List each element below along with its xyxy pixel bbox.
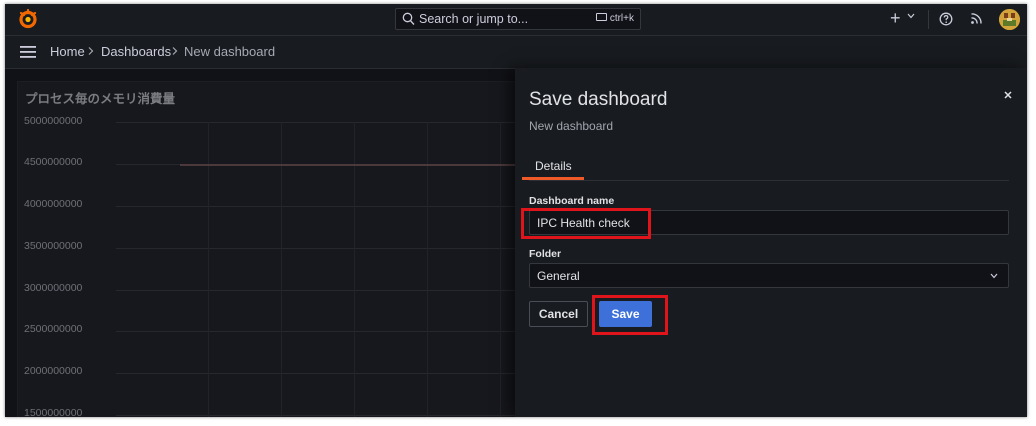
- cancel-button[interactable]: Cancel: [529, 301, 588, 327]
- app-window: Search or jump to... ctrl+k + Home Dashb…: [5, 4, 1027, 417]
- search-shortcut: ctrl+k: [595, 13, 634, 24]
- drawer-title: Save dashboard: [529, 89, 668, 110]
- y-tick: 4000000000: [24, 198, 83, 210]
- grid-line: [427, 122, 428, 417]
- search-shortcut-label: ctrl+k: [609, 13, 634, 24]
- grid-line: [281, 122, 282, 417]
- rss-icon[interactable]: [970, 12, 983, 25]
- breadcrumb-current: New dashboard: [184, 44, 276, 59]
- tab-details-label: Details: [535, 159, 572, 173]
- grid-line: [116, 373, 546, 374]
- search-placeholder: Search or jump to...: [419, 12, 529, 26]
- highlight-box: [592, 295, 668, 335]
- graph-panel: プロセス毎のメモリ消費量 5000000000 4500000000 40000…: [17, 81, 546, 417]
- top-bar: Search or jump to... ctrl+k +: [5, 4, 1027, 36]
- folder-value: General: [537, 269, 580, 283]
- breadcrumb-chevron-icon: [88, 47, 94, 55]
- help-icon[interactable]: [939, 12, 953, 26]
- tab-divider: [529, 180, 1009, 181]
- breadcrumb-bar: Home Dashboards New dashboard: [5, 36, 1027, 69]
- avatar-image: [999, 9, 1020, 30]
- y-tick: 2000000000: [24, 365, 83, 377]
- drawer-subtitle: New dashboard: [529, 119, 614, 133]
- menu-icon[interactable]: [20, 46, 36, 58]
- save-dashboard-drawer: Save dashboard New dashboard Details Das…: [515, 68, 1027, 417]
- panel-title: プロセス毎のメモリ消費量: [25, 92, 176, 106]
- y-tick: 3000000000: [24, 282, 83, 294]
- search-input[interactable]: Search or jump to... ctrl+k: [395, 8, 641, 30]
- close-icon[interactable]: [1003, 90, 1013, 100]
- grid-line: [116, 415, 546, 416]
- grid-line: [116, 290, 546, 291]
- grid-line: [354, 122, 355, 417]
- highlight-box: [521, 208, 651, 239]
- grafana-logo-icon[interactable]: [18, 9, 38, 29]
- grid-line: [116, 206, 546, 207]
- series-line: [180, 164, 540, 166]
- breadcrumb-home[interactable]: Home: [50, 44, 85, 59]
- grid-line: [500, 122, 501, 417]
- chevron-down-icon[interactable]: [907, 13, 915, 19]
- breadcrumb-dashboards[interactable]: Dashboards: [101, 44, 171, 59]
- grid-line: [116, 122, 546, 123]
- chevron-down-icon: [990, 273, 998, 279]
- y-tick: 5000000000: [24, 115, 83, 127]
- add-button[interactable]: +: [890, 8, 901, 29]
- search-icon: [402, 12, 415, 25]
- grid-line: [116, 331, 546, 332]
- y-tick: 1500000000: [24, 407, 83, 417]
- grid-line: [116, 248, 546, 249]
- y-tick: 3500000000: [24, 240, 83, 252]
- y-tick: 2500000000: [24, 323, 83, 335]
- dashboard-name-label: Dashboard name: [529, 195, 615, 207]
- avatar[interactable]: [999, 9, 1020, 30]
- folder-label: Folder: [529, 248, 562, 260]
- breadcrumb-chevron-icon: [172, 47, 178, 55]
- folder-select[interactable]: General: [529, 263, 1009, 288]
- keyboard-icon: [595, 13, 607, 21]
- y-tick: 4500000000: [24, 156, 83, 168]
- grid-line: [208, 122, 209, 417]
- tab-details[interactable]: Details: [522, 154, 584, 180]
- toolbar-divider: [928, 10, 929, 29]
